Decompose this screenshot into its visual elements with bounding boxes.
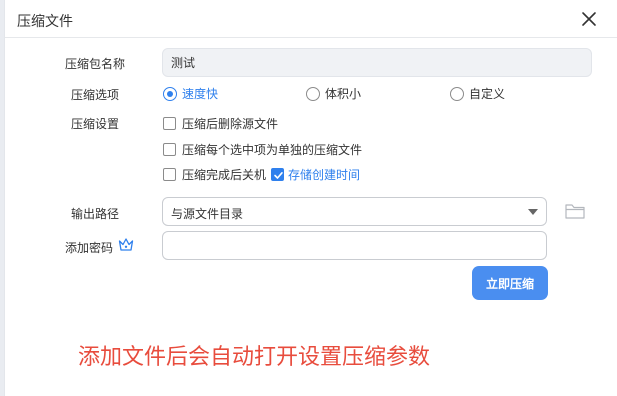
compress-dialog: 压缩文件 压缩包名称 压缩选项 速度快 体积小 自定义 压缩设置 [4,0,617,396]
browse-folder-button[interactable] [564,201,586,221]
option-fast-label: 速度快 [182,87,219,101]
options-label: 压缩选项 [71,88,120,102]
radio-indicator [163,86,177,101]
radio-indicator [306,86,320,101]
close-icon [582,12,596,26]
checkbox-box [163,168,176,181]
store-creation-time-checkbox[interactable]: 存储创建时间 [271,166,360,183]
name-label: 压缩包名称 [65,57,126,71]
settings-label: 压缩设置 [71,117,120,131]
separate-archives-checkbox[interactable]: 压缩每个选中项为单独的压缩文件 [163,141,362,158]
checkbox-box [163,143,176,156]
radio-indicator [450,86,464,101]
chevron-down-icon [528,209,538,215]
option-custom-label: 自定义 [469,87,506,101]
checkbox-box [163,117,176,130]
output-path-value: 与源文件目录 [171,207,244,221]
checkbox-box [271,168,284,181]
output-path-select[interactable]: 与源文件目录 [162,197,547,226]
compress-now-button[interactable]: 立即压缩 [472,266,548,300]
dialog-titlebar: 压缩文件 [5,0,617,38]
password-label: 添加密码 [65,241,114,255]
option-fast-radio[interactable]: 速度快 [163,85,218,102]
option-custom-radio[interactable]: 自定义 [450,85,505,102]
close-button[interactable] [578,8,600,30]
output-path-label: 输出路径 [71,207,120,221]
annotation-note: 添加文件后会自动打开设置压缩参数 [78,345,431,370]
shutdown-label: 压缩完成后关机 [182,168,267,182]
option-small-radio[interactable]: 体积小 [306,85,361,102]
archive-name-input[interactable] [162,48,592,77]
dialog-title: 压缩文件 [17,14,73,30]
screen: 压缩文件 压缩包名称 压缩选项 速度快 体积小 自定义 压缩设置 [0,0,617,396]
store-creation-time-label: 存储创建时间 [288,168,361,182]
delete-source-checkbox[interactable]: 压缩后删除源文件 [163,115,278,132]
option-small-label: 体积小 [325,87,362,101]
password-input[interactable] [162,231,547,260]
separate-archives-label: 压缩每个选中项为单独的压缩文件 [182,143,363,157]
delete-source-label: 压缩后删除源文件 [182,117,279,131]
shutdown-checkbox[interactable]: 压缩完成后关机 [163,166,266,183]
checkmark-icon [274,172,283,179]
vip-crown-icon [118,238,134,251]
folder-icon [565,204,585,219]
